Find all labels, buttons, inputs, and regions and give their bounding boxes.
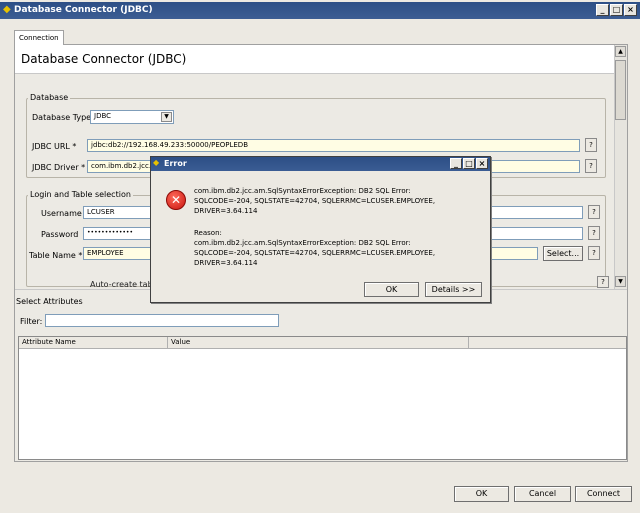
password-label: Password [41, 230, 79, 239]
maximize-button[interactable]: □ [610, 4, 623, 16]
username-label: Username [41, 209, 82, 218]
error-ok-button[interactable]: OK [364, 282, 419, 297]
scroll-up-button[interactable]: ▲ [615, 46, 626, 57]
database-type-value: JDBC [94, 112, 112, 120]
connect-button[interactable]: Connect [575, 486, 632, 502]
scroll-down-button[interactable]: ▼ [615, 276, 626, 287]
auto-create-table-label: Auto-create tab [90, 280, 153, 289]
dialog-close-button[interactable]: × [476, 158, 488, 169]
dialog-maximize-button[interactable]: □ [463, 158, 475, 169]
error-icon: ✕ [166, 190, 186, 210]
jdbc-url-input[interactable]: jdbc:db2://192.168.49.233:50000/PEOPLEDB [87, 139, 580, 152]
error-dialog-title: Error [164, 159, 187, 168]
error-reason-line-2: SQLCODE=-204, SQLSTATE=42704, SQLERRMC=L… [194, 249, 436, 257]
login-group-legend: Login and Table selection [28, 190, 133, 199]
column-header-attribute-name[interactable]: Attribute Name [19, 337, 168, 348]
close-button[interactable]: × [624, 4, 637, 16]
error-message-line-1: com.ibm.db2.jcc.am.SqlSyntaxErrorExcepti… [194, 187, 411, 195]
jdbc-url-label: JDBC URL * [32, 142, 77, 151]
page-title: Database Connector (JDBC) [21, 52, 187, 66]
ok-button[interactable]: OK [454, 486, 509, 502]
username-help-button[interactable]: ? [588, 205, 600, 219]
select-table-button[interactable]: Select... [543, 246, 583, 261]
table-name-label: Table Name * [29, 251, 83, 260]
error-message-line-3: DRIVER=3.64.114 [194, 207, 258, 215]
error-reason-line-1: com.ibm.db2.jcc.am.SqlSyntaxErrorExcepti… [194, 239, 411, 247]
dialog-minimize-button[interactable]: _ [450, 158, 462, 169]
database-type-select[interactable]: JDBC ▼ [90, 110, 174, 124]
filter-label: Filter: [20, 317, 43, 326]
window-title: Database Connector (JDBC) [14, 5, 153, 15]
filter-input[interactable] [45, 314, 279, 327]
tab-connection[interactable]: Connection [14, 30, 64, 45]
password-help-button[interactable]: ? [588, 226, 600, 240]
attributes-table-header: Attribute Name Value [19, 337, 626, 349]
error-reason-line-3: DRIVER=3.64.114 [194, 259, 258, 267]
select-attributes-label: Select Attributes [16, 297, 83, 306]
scrollbar-thumb[interactable] [615, 60, 626, 120]
auto-create-help-button[interactable]: ? [597, 276, 609, 288]
app-icon: ◆ [3, 4, 11, 15]
error-details-button[interactable]: Details >> [425, 282, 482, 297]
jdbc-driver-label: JDBC Driver * [32, 163, 86, 172]
minimize-button[interactable]: _ [596, 4, 609, 16]
chevron-down-icon[interactable]: ▼ [161, 112, 172, 122]
database-group-legend: Database [28, 93, 71, 102]
error-dialog-titlebar[interactable]: ◆ Error _ □ × [151, 157, 490, 171]
jdbc-driver-help-button[interactable]: ? [585, 159, 597, 173]
column-header-value[interactable]: Value [168, 337, 469, 348]
window-titlebar[interactable]: ◆ Database Connector (JDBC) _ □ × [0, 2, 640, 19]
cancel-button[interactable]: Cancel [514, 486, 571, 502]
attributes-table[interactable] [18, 336, 627, 460]
error-message-line-2: SQLCODE=-204, SQLSTATE=42704, SQLERRMC=L… [194, 197, 436, 205]
table-name-help-button[interactable]: ? [588, 246, 600, 260]
error-reason-label: Reason: [194, 229, 222, 237]
jdbc-url-help-button[interactable]: ? [585, 138, 597, 152]
database-type-label: Database Type [32, 113, 92, 122]
app-icon: ◆ [153, 158, 160, 167]
